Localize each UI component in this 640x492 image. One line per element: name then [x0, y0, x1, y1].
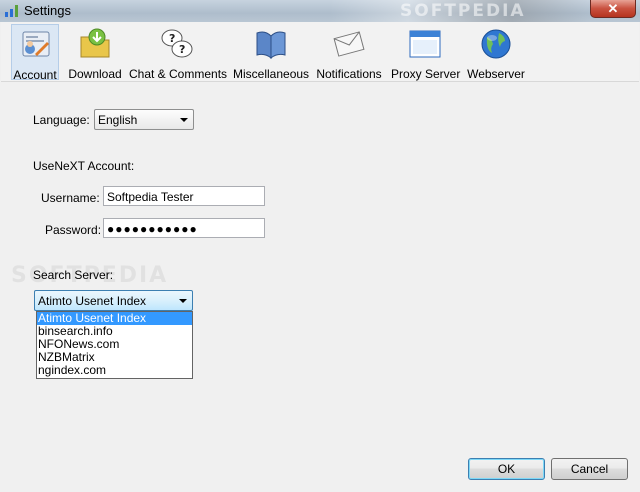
- account-heading: UseNeXT Account:: [33, 159, 135, 173]
- chevron-down-icon: [180, 118, 188, 122]
- chat-bubbles-icon: ? ?: [159, 27, 195, 61]
- ok-button[interactable]: OK: [468, 458, 545, 480]
- book-icon: [253, 27, 289, 61]
- svg-text:?: ?: [179, 43, 185, 56]
- chevron-down-icon: [179, 299, 187, 303]
- password-label: Password:: [45, 223, 102, 237]
- settings-window: SOFTPEDIA Settings ✕ Account Download ? …: [0, 0, 640, 492]
- tab-download[interactable]: Download: [67, 24, 123, 81]
- title-watermark: SOFTPEDIA: [330, 0, 590, 22]
- username-field[interactable]: Softpedia Tester: [103, 186, 265, 206]
- dropdown-option[interactable]: ngindex.com: [37, 364, 192, 377]
- tab-miscellaneous[interactable]: Miscellaneous: [233, 24, 310, 81]
- envelope-icon: [331, 27, 367, 61]
- tab-account[interactable]: Account: [11, 24, 59, 82]
- tab-webserver[interactable]: Webserver: [465, 24, 527, 81]
- password-value: ●●●●●●●●●●●: [107, 222, 198, 236]
- language-label: Language:: [33, 113, 90, 127]
- window-icon: [407, 27, 443, 61]
- tab-proxy-server-label: Proxy Server: [391, 67, 461, 81]
- tab-notifications[interactable]: Notifications: [315, 24, 383, 81]
- tab-chat-comments-label: Chat & Comments: [129, 67, 228, 81]
- tab-proxy-server[interactable]: Proxy Server: [391, 24, 461, 81]
- password-field[interactable]: ●●●●●●●●●●●: [103, 218, 265, 238]
- account-icon: [17, 28, 53, 62]
- tab-webserver-label: Webserver: [467, 67, 525, 81]
- tab-download-label: Download: [68, 67, 122, 81]
- cancel-button[interactable]: Cancel: [551, 458, 628, 480]
- close-icon: ✕: [607, 1, 619, 16]
- search-server-label: Search Server:: [33, 268, 114, 282]
- window-title: Settings: [24, 3, 71, 18]
- download-folder-icon: [77, 27, 113, 61]
- tab-chat-comments[interactable]: ? ? Chat & Comments: [129, 24, 228, 81]
- close-button[interactable]: ✕: [590, 0, 636, 18]
- globe-icon: [478, 27, 514, 61]
- title-bar[interactable]: SOFTPEDIA Settings ✕: [0, 0, 640, 22]
- search-server-select[interactable]: Atimto Usenet Index: [34, 290, 193, 311]
- settings-toolbar: Account Download ? ? Chat & Comments Mis…: [1, 22, 639, 82]
- username-label: Username:: [41, 191, 100, 205]
- search-server-value: Atimto Usenet Index: [38, 294, 147, 308]
- language-select[interactable]: English: [94, 109, 194, 130]
- svg-text:?: ?: [169, 32, 175, 45]
- search-server-dropdown-list: Atimto Usenet Index binsearch.info NFONe…: [36, 311, 193, 379]
- username-value: Softpedia Tester: [107, 190, 194, 204]
- tab-account-label: Account: [13, 68, 57, 82]
- tab-notifications-label: Notifications: [316, 67, 382, 81]
- tab-miscellaneous-label: Miscellaneous: [233, 67, 310, 81]
- account-settings-panel: SOFTPEDIA Language: English UseNeXT Acco…: [1, 83, 639, 491]
- app-icon: [5, 5, 19, 17]
- language-value: English: [98, 113, 138, 127]
